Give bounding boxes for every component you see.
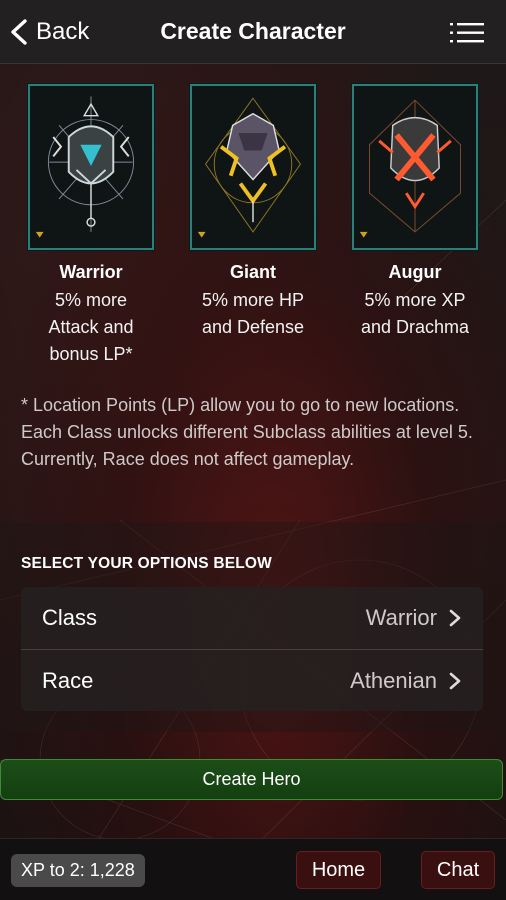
class-bonus: 5% more XP and Drachma: [361, 287, 469, 341]
class-bonus-line: bonus LP*: [49, 344, 133, 364]
class-name: Giant: [229, 262, 276, 282]
top-bar: Back Create Character: [0, 0, 506, 64]
option-value: Warrior: [365, 605, 437, 630]
option-right: Warrior: [366, 605, 461, 631]
class-cards: Warrior 5% more Attack and bonus LP* Gia…: [0, 84, 506, 368]
class-name: Augur: [388, 262, 442, 282]
giant-emblem-icon: [192, 86, 314, 248]
class-bonus-line: 5% more XP: [364, 290, 466, 310]
class-note: * Location Points (LP) allow you to go t…: [21, 395, 473, 469]
class-bonus-line: and Defense: [201, 317, 305, 337]
chevron-right-icon: [449, 609, 461, 627]
chat-button[interactable]: Chat: [421, 851, 495, 889]
bottom-bar: XP to 2: 1,228 Home Chat: [0, 838, 506, 900]
options-list: Class Warrior Race Athenian: [21, 587, 483, 711]
race-option[interactable]: Race Athenian: [21, 649, 483, 711]
giant-portrait: [190, 84, 316, 250]
augur-portrait: [352, 84, 478, 250]
class-card-augur[interactable]: Augur 5% more XP and Drachma: [340, 84, 490, 368]
option-label: Race: [42, 667, 94, 693]
class-name: Warrior: [59, 262, 123, 282]
class-card-warrior[interactable]: Warrior 5% more Attack and bonus LP*: [16, 84, 166, 368]
chevron-left-icon: [11, 19, 27, 45]
option-label: Class: [42, 605, 98, 630]
home-button[interactable]: Home: [296, 851, 381, 889]
class-bonus-line: Attack and: [48, 317, 134, 337]
option-value: Athenian: [350, 667, 437, 693]
xp-badge: XP to 2: 1,228: [11, 854, 145, 887]
back-button[interactable]: Back: [8, 14, 89, 50]
warrior-emblem-icon: [30, 86, 152, 248]
options-title: SELECT YOUR OPTIONS BELOW: [21, 555, 273, 572]
back-label: Back: [36, 18, 90, 45]
create-hero-button[interactable]: Create Hero: [0, 759, 503, 800]
augur-emblem-icon: [354, 86, 476, 248]
class-bonus-line: 5% more: [54, 290, 128, 310]
list-menu-icon[interactable]: [450, 20, 484, 46]
class-bonus-line: 5% more HP: [201, 290, 305, 310]
class-card-giant[interactable]: Giant 5% more HP and Defense: [178, 84, 328, 368]
class-bonus: 5% more HP and Defense: [202, 287, 304, 341]
class-bonus: 5% more Attack and bonus LP*: [48, 287, 133, 368]
chevron-right-icon: [449, 672, 461, 689]
class-bonus-line: and Drachma: [360, 317, 470, 337]
warrior-portrait: [28, 84, 154, 250]
option-right: Athenian: [350, 668, 461, 694]
class-option[interactable]: Class Warrior: [21, 587, 483, 649]
